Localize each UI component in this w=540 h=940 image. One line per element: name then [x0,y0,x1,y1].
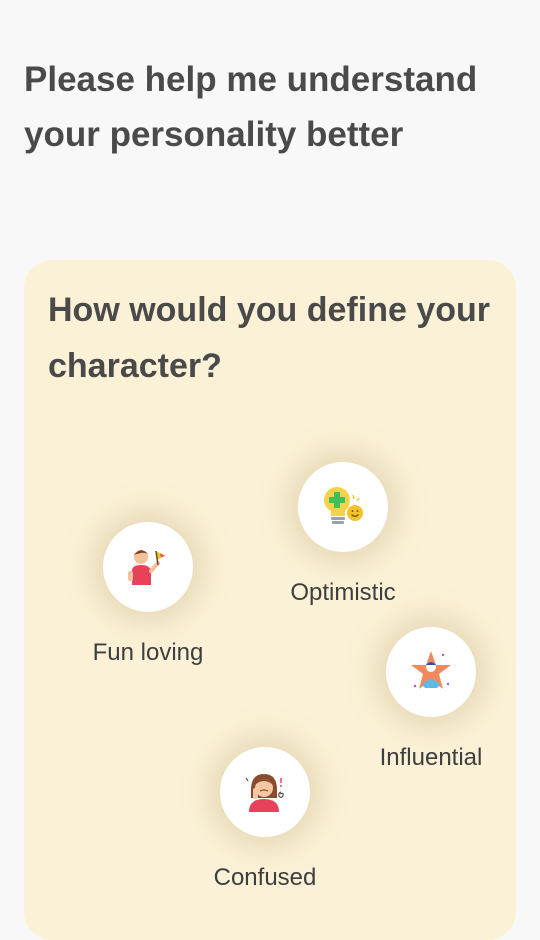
lightbulb-smile-icon [324,487,363,524]
option-label: Influential [379,744,483,771]
option-bubble[interactable] [220,747,310,837]
option-bubble[interactable] [386,627,476,717]
option-label: Fun loving [92,639,204,666]
confused-girl-icon [245,774,284,812]
option-bubble[interactable] [298,462,388,552]
star-person-icon [411,651,451,689]
question-text: How would you define your character? [48,291,490,385]
option-influential[interactable]: Influential [361,627,501,773]
waving-boy-icon [128,550,165,585]
question-card: How would you define your character? Fun… [24,260,516,940]
page-title: Please help me understand your personali… [24,60,478,154]
option-label: Confused [213,864,317,891]
option-confused[interactable]: Confused [195,747,335,893]
option-fun-loving[interactable]: Fun loving [78,522,218,668]
option-optimistic[interactable]: Optimistic [273,462,413,608]
option-bubble[interactable] [103,522,193,612]
option-label: Optimistic [290,579,396,606]
